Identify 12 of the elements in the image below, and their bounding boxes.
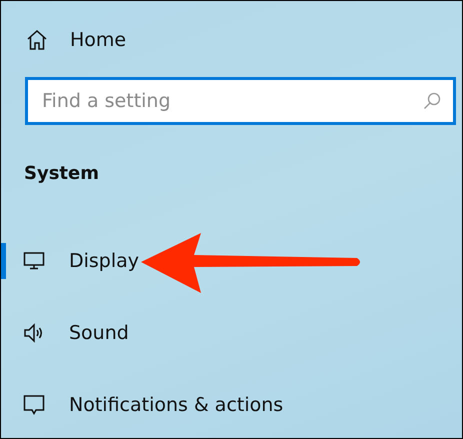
search-icon[interactable] <box>423 92 441 110</box>
nav-item[interactable]: Notifications & actions <box>1 387 462 423</box>
nav-item[interactable]: Sound <box>1 315 462 351</box>
search-field[interactable]: Find a setting <box>25 77 456 125</box>
selection-indicator <box>1 243 6 279</box>
speech-bubble-icon <box>23 394 45 416</box>
monitor-icon <box>23 250 45 272</box>
home-icon <box>26 29 48 51</box>
section-heading: System <box>24 162 100 186</box>
nav-item[interactable]: Display <box>1 243 462 279</box>
home-link[interactable]: Home <box>70 26 126 54</box>
speaker-icon <box>23 322 45 344</box>
